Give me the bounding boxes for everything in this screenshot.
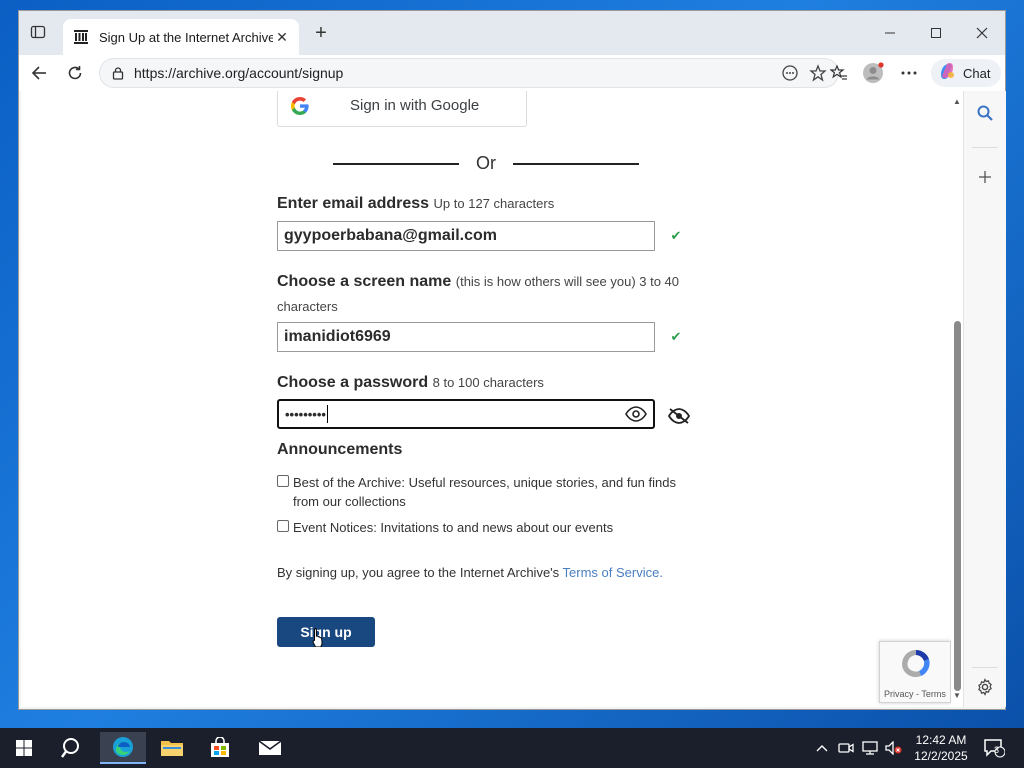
- google-signin-button[interactable]: Sign in with Google: [277, 91, 527, 127]
- recaptcha-badge[interactable]: Privacy - Terms: [879, 641, 951, 703]
- profile-avatar-icon[interactable]: [861, 61, 885, 85]
- password-field[interactable]: •••••••••: [277, 399, 655, 429]
- taskbar-clock[interactable]: 12:42 AM 12/2/2025: [906, 732, 976, 764]
- announcement-events-checkbox[interactable]: [277, 520, 289, 532]
- windows-start-icon[interactable]: [4, 732, 44, 764]
- announcement-events-label[interactable]: Event Notices: Invitations to and news a…: [293, 518, 693, 537]
- taskbar-search-icon[interactable]: [52, 732, 92, 764]
- password-toggle-eye-slash-icon[interactable]: [667, 407, 691, 425]
- scroll-down-icon[interactable]: ▼: [953, 691, 961, 700]
- favorites-icon[interactable]: [827, 61, 851, 85]
- lock-icon[interactable]: [110, 65, 126, 81]
- email-value: gyypoerbabana@gmail.com: [284, 227, 497, 244]
- screen-name-field[interactable]: imanidiot6969: [277, 322, 655, 352]
- refresh-icon[interactable]: [63, 61, 87, 85]
- password-label: Choose a password 8 to 100 characters: [277, 374, 544, 391]
- notification-count: 3: [994, 745, 1000, 755]
- tab-actions-icon[interactable]: [29, 23, 47, 41]
- announcement-best-checkbox[interactable]: [277, 475, 289, 487]
- copilot-icon: [937, 61, 957, 86]
- screen-name-hint: (this is how others will see you) 3 to 4…: [455, 274, 680, 289]
- announcement-events-row: Event Notices: Invitations to and news a…: [277, 518, 693, 537]
- browser-window: Sign Up at the Internet Archive ✕ + http…: [18, 10, 1006, 710]
- more-options-icon[interactable]: [897, 61, 921, 85]
- hand-cursor-icon: [312, 628, 323, 647]
- browser-toolbar: https://archive.org/account/signup Chat: [19, 55, 1005, 91]
- tray-show-hidden-icon[interactable]: [812, 736, 832, 760]
- announcement-best-row: Best of the Archive: Useful resources, u…: [277, 473, 693, 511]
- clock-time: 12:42 AM: [915, 733, 967, 747]
- tab-close-icon[interactable]: ✕: [273, 28, 291, 46]
- taskbar-edge-icon[interactable]: [100, 732, 146, 764]
- or-divider: Or: [333, 153, 639, 173]
- email-valid-check-icon: ✔: [670, 228, 682, 243]
- recaptcha-icon: [902, 650, 930, 678]
- terms-text: By signing up, you agree to the Internet…: [277, 565, 663, 580]
- announcements-title: Announcements: [277, 441, 403, 458]
- taskbar-store-icon[interactable]: [200, 732, 240, 764]
- google-signin-label: Sign in with Google: [350, 97, 480, 114]
- close-window-icon[interactable]: [959, 19, 1005, 47]
- tray-volume-muted-icon[interactable]: [884, 736, 904, 760]
- clock-date: 12/2/2025: [914, 749, 968, 763]
- page-scrollbar[interactable]: ▲ ▼: [951, 91, 963, 707]
- edge-sidebar: [963, 91, 1006, 707]
- copilot-chat-button[interactable]: Chat: [931, 59, 1001, 87]
- google-icon: [291, 96, 309, 115]
- chat-label: Chat: [963, 65, 991, 81]
- notification-center-icon[interactable]: 3: [980, 736, 1008, 760]
- tab-active[interactable]: Sign Up at the Internet Archive ✕: [63, 19, 299, 55]
- taskbar-file-explorer-icon[interactable]: [152, 732, 192, 764]
- recaptcha-privacy-terms[interactable]: Privacy - Terms: [884, 689, 946, 699]
- back-icon[interactable]: [27, 61, 51, 85]
- scroll-up-icon[interactable]: ▲: [953, 97, 961, 106]
- sidebar-search-icon[interactable]: [973, 101, 997, 125]
- sidebar-add-icon[interactable]: [973, 165, 997, 189]
- taskbar: 12:42 AM 12/2/2025 3: [0, 728, 1024, 768]
- terms-of-service-link[interactable]: Terms of Service.: [563, 565, 663, 580]
- email-label: Enter email address Up to 127 characters: [277, 195, 555, 212]
- screen-name-valid-check-icon: ✔: [670, 329, 682, 344]
- sidebar-settings-gear-icon[interactable]: [973, 675, 997, 699]
- screen-name-label: Choose a screen name (this is how others…: [277, 273, 680, 290]
- screen-name-value: imanidiot6969: [284, 328, 391, 345]
- announcement-best-label[interactable]: Best of the Archive: Useful resources, u…: [293, 473, 693, 511]
- taskbar-mail-icon[interactable]: [250, 732, 290, 764]
- maximize-icon[interactable]: [913, 19, 959, 47]
- tray-network-icon[interactable]: [860, 736, 880, 760]
- archive-favicon-icon: [73, 29, 89, 45]
- minimize-icon[interactable]: [867, 19, 913, 47]
- password-value: •••••••••: [285, 406, 326, 422]
- password-hint: 8 to 100 characters: [432, 375, 544, 390]
- scrollbar-thumb[interactable]: [954, 321, 961, 691]
- sign-up-button[interactable]: Sign up: [277, 617, 375, 647]
- email-hint: Up to 127 characters: [433, 196, 555, 211]
- or-label: Or: [476, 153, 496, 173]
- tab-title: Sign Up at the Internet Archive: [99, 29, 273, 45]
- url-text[interactable]: https://archive.org/account/signup: [134, 65, 776, 81]
- screen-name-hint-cont: characters: [277, 299, 338, 314]
- password-reveal-eye-icon[interactable]: [625, 406, 647, 427]
- reading-mode-icon[interactable]: [776, 59, 804, 87]
- tray-meet-now-icon[interactable]: [836, 736, 856, 760]
- address-bar[interactable]: https://archive.org/account/signup: [99, 58, 839, 88]
- email-field[interactable]: gyypoerbabana@gmail.com: [277, 221, 655, 251]
- tab-bar: Sign Up at the Internet Archive ✕ +: [19, 11, 1005, 55]
- new-tab-icon[interactable]: +: [311, 22, 331, 44]
- page-content: Sign in with Google Or Enter email addre…: [21, 91, 963, 707]
